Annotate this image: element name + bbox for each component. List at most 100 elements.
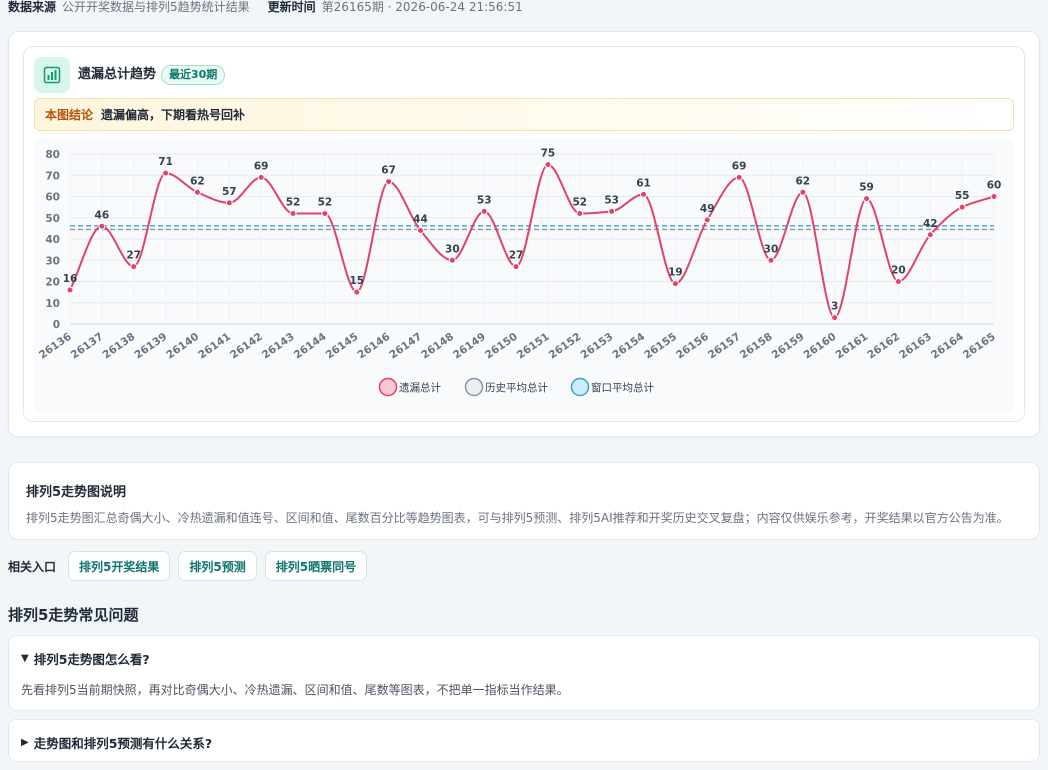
y-tick-label: 30 xyxy=(45,255,60,267)
x-tick-label: 26156 xyxy=(674,331,711,362)
faq-question-text: 排列5走势图怎么看? xyxy=(33,652,150,667)
x-tick-label: 26155 xyxy=(642,331,679,362)
x-tick-label: 26140 xyxy=(164,331,201,362)
faq-item[interactable]: ▼ 排列5走势图怎么看? 先看排列5当前期快照，再对比奇偶大小、冷热遗漏、区间和… xyxy=(8,635,1040,711)
meta-bar: 数据来源 公开开奖数据与排列5趋势统计结果 更新时间 第26165期 · 202… xyxy=(8,0,523,14)
data-label: 27 xyxy=(509,250,524,262)
x-tick-label: 26147 xyxy=(387,331,424,362)
data-point xyxy=(353,288,361,296)
data-label: 20 xyxy=(891,265,906,277)
x-tick-label: 26148 xyxy=(419,331,456,362)
data-point xyxy=(512,263,520,271)
data-label: 69 xyxy=(254,160,269,172)
triangle-right-icon: ▶ xyxy=(21,737,29,748)
data-label: 69 xyxy=(732,160,747,172)
link-prediction[interactable]: 排列5预测 xyxy=(178,551,257,581)
x-tick-label: 26150 xyxy=(483,331,520,362)
data-label: 71 xyxy=(158,156,173,168)
x-tick-label: 26163 xyxy=(897,331,934,362)
data-point xyxy=(225,199,233,207)
x-tick-label: 26158 xyxy=(738,331,775,362)
y-tick-label: 60 xyxy=(45,192,60,204)
data-point xyxy=(735,173,743,181)
related-links: 相关入口 排列5开奖结果 排列5预测 排列5晒票同号 xyxy=(8,551,375,581)
y-tick-label: 40 xyxy=(45,234,60,246)
x-tick-label: 26154 xyxy=(610,331,647,362)
x-tick-label: 26162 xyxy=(865,331,902,362)
data-point xyxy=(767,256,775,264)
data-label: 15 xyxy=(349,275,364,287)
x-tick-label: 26144 xyxy=(292,331,329,362)
data-label: 16 xyxy=(63,273,78,285)
x-tick-label: 26137 xyxy=(69,331,106,362)
y-tick-label: 20 xyxy=(45,277,60,289)
data-label: 57 xyxy=(222,186,237,198)
explanation-text: 排列5走势图汇总奇偶大小、冷热遗漏和值连号、区间和值、尾数百分比等趋势图表，可与… xyxy=(26,511,1009,525)
data-point xyxy=(289,210,297,217)
data-point xyxy=(416,227,424,234)
data-label: 27 xyxy=(126,250,141,262)
data-point xyxy=(385,178,393,186)
data-label: 67 xyxy=(381,165,396,177)
bar-chart-icon xyxy=(34,57,70,93)
faq-item[interactable]: ▶ 走势图和排列5预测有什么关系? xyxy=(8,719,1040,762)
link-shared-tickets[interactable]: 排列5晒票同号 xyxy=(264,551,368,581)
data-point xyxy=(608,207,616,215)
y-tick-label: 0 xyxy=(53,319,60,331)
data-point xyxy=(831,314,839,322)
triangle-down-icon: ▼ xyxy=(21,653,29,664)
x-tick-label: 26146 xyxy=(356,331,393,362)
y-tick-label: 50 xyxy=(45,213,60,225)
data-label: 53 xyxy=(604,194,619,206)
legend-label: 历史平均总计 xyxy=(485,381,548,394)
data-label: 55 xyxy=(955,190,970,202)
range-badge[interactable]: 最近30期 xyxy=(161,65,226,85)
data-point xyxy=(98,222,106,230)
line-chart: 0102030405060708026136261372613826139261… xyxy=(37,148,1002,397)
data-label: 62 xyxy=(190,175,205,187)
data-label: 49 xyxy=(700,203,715,215)
x-tick-label: 26160 xyxy=(802,331,839,362)
x-tick-label: 26141 xyxy=(196,331,233,362)
data-point xyxy=(671,280,679,288)
data-label: 62 xyxy=(796,175,811,187)
series-line xyxy=(69,163,995,319)
x-tick-label: 26153 xyxy=(579,331,616,362)
y-tick-label: 10 xyxy=(45,298,60,310)
y-tick-label: 70 xyxy=(45,170,60,182)
x-tick-label: 26149 xyxy=(451,331,488,362)
data-label: 30 xyxy=(445,243,460,255)
data-label: 52 xyxy=(572,197,587,209)
conclusion-tag: 本图结论 xyxy=(45,108,94,122)
legend-marker xyxy=(464,377,484,397)
conclusion-banner: 本图结论 遗漏偏高，下期看热号回补 xyxy=(34,98,1014,131)
faq-question[interactable]: ▶ 走势图和排列5预测有什么关系? xyxy=(21,733,212,752)
data-label: 60 xyxy=(987,180,1002,192)
data-label: 61 xyxy=(636,177,651,189)
x-tick-label: 26151 xyxy=(515,331,552,362)
data-label: 52 xyxy=(286,197,301,209)
x-tick-label: 26142 xyxy=(228,331,265,362)
y-tick-label: 80 xyxy=(45,149,60,161)
related-label: 相关入口 xyxy=(8,559,57,574)
data-point xyxy=(640,190,648,198)
x-tick-label: 26161 xyxy=(833,331,870,362)
data-label: 30 xyxy=(764,243,779,255)
data-point xyxy=(863,195,871,203)
data-label: 59 xyxy=(859,182,874,194)
data-point xyxy=(926,231,934,239)
x-tick-label: 26143 xyxy=(260,331,297,362)
updated-label: 更新时间 xyxy=(267,0,316,14)
link-results[interactable]: 排列5开奖结果 xyxy=(68,551,171,581)
data-point xyxy=(162,169,170,177)
faq-title: 排列5走势常见问题 xyxy=(8,606,139,624)
explanation-title: 排列5走势图说明 xyxy=(26,485,127,500)
data-label: 44 xyxy=(413,214,428,226)
faq-question[interactable]: ▼ 排列5走势图怎么看? xyxy=(21,649,150,668)
legend-marker xyxy=(570,377,590,397)
conclusion-text: 遗漏偏高，下期看热号回补 xyxy=(101,108,246,122)
legend-label: 遗漏总计 xyxy=(399,381,441,394)
x-tick-label: 26164 xyxy=(929,331,966,362)
x-tick-label: 26157 xyxy=(706,331,743,362)
data-point xyxy=(576,210,584,217)
